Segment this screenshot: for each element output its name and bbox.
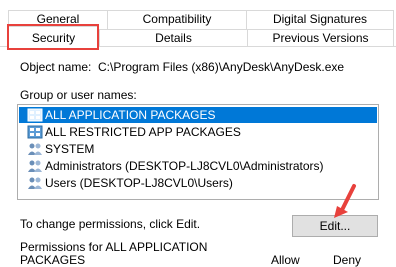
list-item-administrators[interactable]: Administrators (DESKTOP-LJ8CVL0\Administ…: [19, 158, 377, 174]
package-group-icon: [27, 108, 43, 122]
list-item-all-application-packages[interactable]: ALL APPLICATION PACKAGES: [19, 107, 377, 123]
object-name-value: C:\Program Files (x86)\AnyDesk\AnyDesk.e…: [98, 60, 345, 74]
security-tab-highlight: [7, 24, 99, 50]
list-item-users[interactable]: Users (DESKTOP-LJ8CVL0\Users): [19, 175, 377, 191]
object-name-label: Object name:: [20, 60, 92, 74]
tab-compatibility[interactable]: Compatibility: [107, 10, 247, 30]
change-permissions-text: To change permissions, click Edit.: [20, 217, 201, 231]
permissions-label-line2: PACKAGES: [20, 253, 86, 267]
tab-details[interactable]: Details: [99, 29, 248, 47]
permissions-allow-header: Allow: [271, 253, 300, 267]
group-user-list[interactable]: ALL APPLICATION PACKAGES ALL RESTRICTED …: [17, 104, 379, 200]
user-group-icon: [27, 159, 43, 173]
list-item-system[interactable]: SYSTEM: [19, 141, 377, 157]
user-group-icon: [27, 176, 43, 190]
list-item-all-restricted-app-packages[interactable]: ALL RESTRICTED APP PACKAGES: [19, 124, 377, 140]
list-item-label: ALL APPLICATION PACKAGES: [45, 108, 216, 122]
permissions-deny-header: Deny: [333, 253, 362, 267]
tab-previous-versions[interactable]: Previous Versions: [247, 29, 394, 47]
user-group-icon: [27, 142, 43, 156]
list-item-label: Administrators (DESKTOP-LJ8CVL0\Administ…: [45, 159, 324, 173]
group-names-label: Group or user names:: [20, 88, 137, 102]
list-item-label: SYSTEM: [45, 142, 95, 156]
list-item-label: Users (DESKTOP-LJ8CVL0\Users): [45, 176, 233, 190]
permissions-label-line1: Permissions for ALL APPLICATION: [20, 240, 208, 254]
list-item-label: ALL RESTRICTED APP PACKAGES: [45, 125, 241, 139]
package-group-icon: [27, 125, 43, 139]
tab-digital-signatures[interactable]: Digital Signatures: [246, 10, 394, 30]
arrow-annotation-icon: [334, 184, 356, 218]
